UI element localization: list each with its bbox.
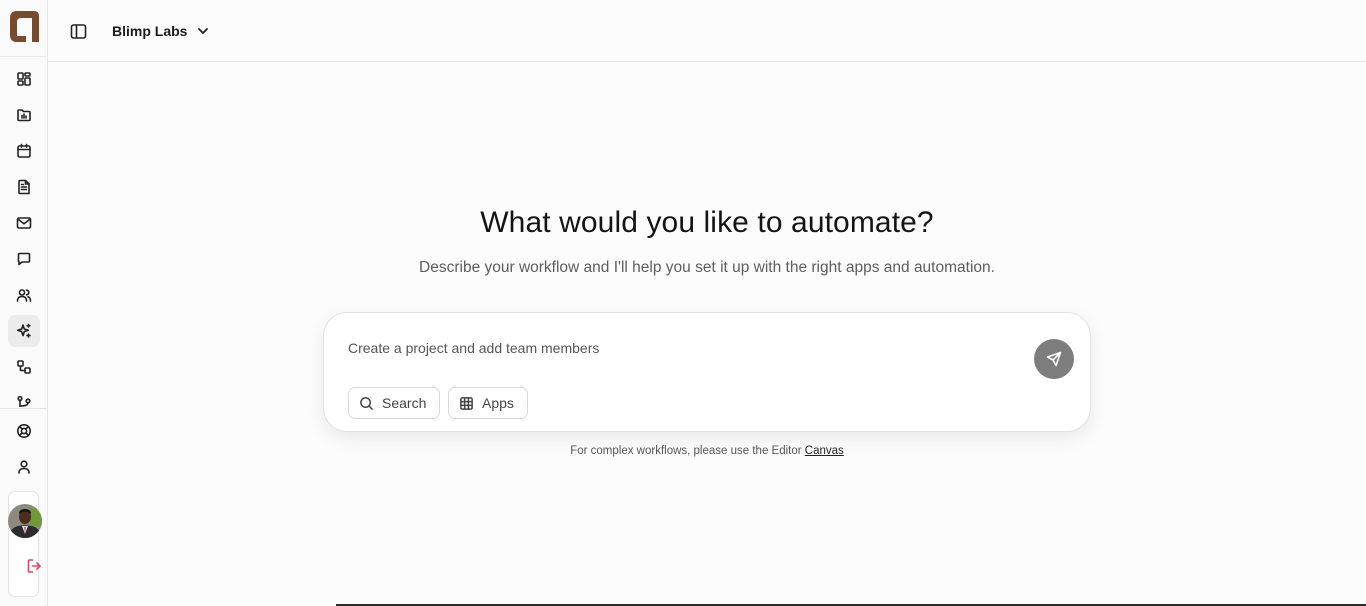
logout-button[interactable]: [25, 557, 43, 575]
sidebar-divider: [0, 408, 47, 409]
nav-branches[interactable]: [8, 387, 40, 407]
nav-projects[interactable]: [8, 99, 40, 131]
dashboard-icon: [17, 72, 31, 86]
prompt-input[interactable]: [348, 335, 1028, 361]
brand-logo[interactable]: [8, 9, 40, 43]
nav-help[interactable]: [8, 415, 40, 447]
users-icon: [16, 289, 32, 302]
avatar[interactable]: [8, 504, 42, 538]
panel-left-icon: [70, 23, 86, 39]
workflow-icon: [17, 360, 31, 374]
top-header: Blimp Labs: [48, 0, 1366, 62]
nav-mail[interactable]: [8, 207, 40, 239]
nav-automation[interactable]: [8, 315, 40, 347]
git-branch-icon: [17, 395, 31, 407]
page-subtitle: Describe your workflow and I'll help you…: [419, 259, 995, 276]
app-root: Blimp Labs What would you like to automa…: [0, 0, 1366, 606]
editor-footnote: For complex workflows, please use the Ed…: [48, 445, 1366, 457]
page-title: What would you like to automate?: [480, 206, 934, 239]
prompt-composer: Search Apps: [323, 312, 1091, 432]
apps-chip-button[interactable]: Apps: [448, 387, 528, 419]
search-chip-label: Search: [382, 395, 427, 411]
sparkles-icon: [16, 323, 31, 338]
document-icon: [18, 179, 30, 195]
grid-icon: [460, 396, 473, 410]
calendar-icon: [17, 143, 31, 158]
workspace-name: Blimp Labs: [112, 23, 188, 39]
chevron-down-icon: [198, 28, 209, 34]
nav-integrations[interactable]: [8, 351, 40, 383]
sidebar: [0, 0, 48, 606]
send-button[interactable]: [1034, 339, 1074, 379]
sidebar-toggle-button[interactable]: [68, 21, 88, 41]
search-icon: [360, 396, 373, 410]
workspace-switcher[interactable]: Blimp Labs: [112, 18, 210, 44]
chat-icon: [17, 252, 31, 266]
nav-account[interactable]: [8, 451, 40, 483]
search-chip-button[interactable]: Search: [348, 387, 440, 419]
logo-divider: [0, 56, 47, 57]
nav-chat[interactable]: [8, 243, 40, 275]
folder-chart-icon: [17, 109, 31, 122]
apps-chip-label: Apps: [482, 395, 514, 411]
mail-icon: [16, 217, 32, 229]
canvas-link[interactable]: Canvas: [805, 445, 844, 457]
nav-dashboard[interactable]: [8, 63, 40, 95]
logout-icon: [27, 559, 41, 573]
nav-calendar[interactable]: [8, 135, 40, 167]
nav-documents[interactable]: [8, 171, 40, 203]
send-icon: [1046, 351, 1062, 367]
help-lifebuoy-icon: [17, 424, 31, 438]
user-icon: [18, 460, 30, 474]
nav-team[interactable]: [8, 279, 40, 311]
footnote-text: For complex workflows, please use the Ed…: [570, 445, 805, 457]
